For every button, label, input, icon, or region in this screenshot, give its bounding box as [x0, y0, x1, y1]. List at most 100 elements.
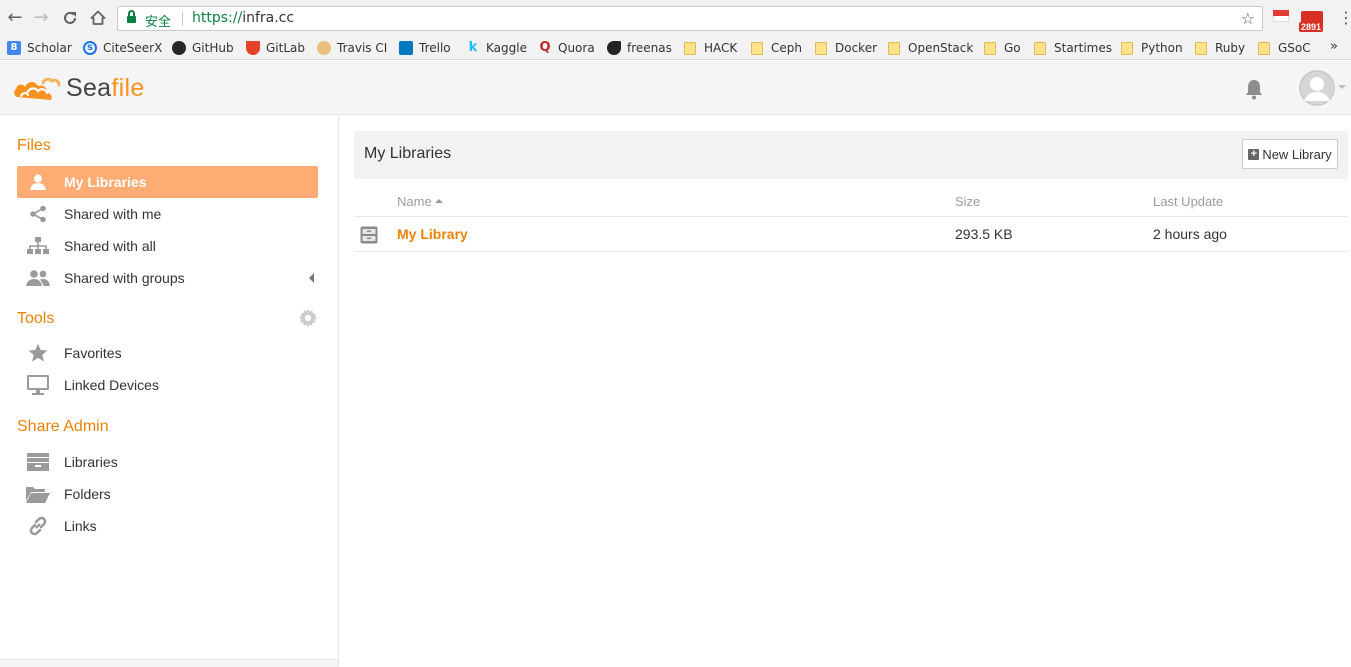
- library-name-link[interactable]: My Library: [397, 226, 468, 242]
- bookmarks-bar: 8 Scholar s CiteSeerX GitHub GitLab Travis…: [0, 36, 1351, 60]
- share-admin-section-title: Share Admin: [17, 418, 109, 435]
- bell-icon[interactable]: [1244, 78, 1264, 100]
- user-icon: [17, 166, 59, 198]
- mail-badge: 2891: [1299, 22, 1324, 32]
- secure-label: 安全: [145, 15, 172, 30]
- home-icon[interactable]: [88, 7, 108, 29]
- trello-icon: [399, 41, 413, 55]
- sidebar-item-folders[interactable]: Folders: [17, 478, 318, 510]
- seafile-logo-text: Seafile: [66, 74, 145, 102]
- bookmark-star-icon[interactable]: ☆: [1241, 9, 1255, 28]
- folder-icon: [1034, 41, 1046, 55]
- scholar-icon: 8: [7, 41, 21, 55]
- folder-icon: [888, 41, 900, 55]
- sidebar-item-favorites[interactable]: Favorites: [17, 337, 318, 369]
- sidebar-item-shared-with-all[interactable]: Shared with all: [17, 230, 318, 262]
- monitor-icon: [17, 369, 59, 401]
- bookmark-freenas[interactable]: freenas: [607, 39, 672, 57]
- page-title: My Libraries: [364, 145, 452, 162]
- sort-up-icon: [434, 198, 443, 203]
- browser-menu-icon[interactable]: ⋮: [1338, 8, 1351, 27]
- sidebar-item-label: My Libraries: [64, 174, 147, 190]
- new-library-button[interactable]: + New Library: [1242, 139, 1338, 169]
- sidebar-item-libraries[interactable]: Libraries: [17, 446, 318, 478]
- sitemap-icon: [17, 230, 59, 262]
- table-header: Name Size Last Update: [354, 181, 1348, 217]
- bookmark-hack[interactable]: HACK: [684, 39, 737, 57]
- bookmark-ceph[interactable]: Ceph: [751, 39, 802, 57]
- gear-icon[interactable]: [299, 309, 317, 327]
- gitlab-icon: [246, 41, 260, 55]
- bookmark-ruby[interactable]: Ruby: [1195, 39, 1245, 57]
- flag-extension-icon[interactable]: [1273, 10, 1289, 22]
- mail-extension-icon[interactable]: 2891: [1299, 9, 1325, 32]
- bookmark-gsoc[interactable]: GSoC: [1258, 39, 1311, 57]
- sidebar-item-shared-with-me[interactable]: Shared with me: [17, 198, 318, 230]
- column-size[interactable]: Size: [955, 194, 980, 209]
- chevron-down-icon[interactable]: [1338, 85, 1346, 89]
- sidebar-item-label: Libraries: [64, 454, 118, 470]
- browser-toolbar: ← → 安全 https://infra.cc ☆ 2891 ⋮: [0, 0, 1351, 36]
- sidebar-item-label: Shared with groups: [64, 270, 185, 286]
- link-icon: [17, 510, 59, 542]
- bookmarks-overflow-icon[interactable]: »: [1330, 39, 1338, 54]
- library-last-update: 2 hours ago: [1153, 226, 1227, 242]
- sidebar-item-label: Linked Devices: [64, 377, 159, 393]
- plus-square-icon: +: [1248, 148, 1260, 160]
- forward-icon[interactable]: →: [31, 7, 51, 29]
- bookmark-citeseerx[interactable]: s CiteSeerX: [83, 39, 162, 57]
- citeseerx-icon: s: [83, 41, 97, 55]
- bookmark-travis[interactable]: Travis CI: [317, 39, 387, 57]
- sidebar-item-linked-devices[interactable]: Linked Devices: [17, 369, 318, 401]
- travis-icon: [317, 41, 331, 55]
- share-icon: [17, 198, 59, 230]
- bookmark-kaggle[interactable]: k Kaggle: [466, 39, 527, 57]
- bookmark-go[interactable]: Go: [984, 39, 1021, 57]
- folder-icon: [1195, 41, 1207, 55]
- address-bar[interactable]: 安全 https://infra.cc ☆: [117, 6, 1263, 31]
- url-text[interactable]: https://infra.cc: [192, 10, 294, 26]
- sidebar-item-links[interactable]: Links: [17, 510, 318, 542]
- sidebar-item-label: Shared with me: [64, 206, 162, 222]
- quora-icon: Q: [539, 40, 551, 55]
- folder-icon: [751, 41, 763, 55]
- folder-icon: [984, 41, 996, 55]
- library-icon: [360, 226, 378, 244]
- library-size: 293.5 KB: [955, 226, 1013, 242]
- divider: [182, 12, 183, 26]
- folder-icon: [815, 41, 827, 55]
- bookmark-scholar[interactable]: 8 Scholar: [7, 39, 72, 57]
- reload-icon[interactable]: [60, 7, 80, 29]
- files-section-title: Files: [17, 137, 51, 154]
- bookmark-python[interactable]: Python: [1121, 39, 1183, 57]
- group-icon: [17, 262, 59, 294]
- bookmark-trello[interactable]: Trello: [399, 39, 451, 57]
- panel-header: My Libraries + New Library: [354, 131, 1348, 179]
- bookmark-github[interactable]: GitHub: [172, 39, 234, 57]
- sidebar-item-label: Links: [64, 518, 97, 534]
- back-icon[interactable]: ←: [5, 7, 25, 29]
- bookmark-docker[interactable]: Docker: [815, 39, 877, 57]
- github-icon: [172, 41, 186, 55]
- sidebar-item-shared-with-groups[interactable]: Shared with groups: [17, 262, 318, 294]
- bookmark-quora[interactable]: Q Quora: [538, 39, 594, 57]
- sidebar-item-label: Shared with all: [64, 238, 156, 254]
- bookmark-gitlab[interactable]: GitLab: [246, 39, 305, 57]
- kaggle-icon: k: [468, 40, 478, 55]
- sidebar-item-label: Favorites: [64, 345, 122, 361]
- column-last-update[interactable]: Last Update: [1153, 194, 1223, 209]
- table-row[interactable]: My Library 293.5 KB 2 hours ago: [354, 217, 1348, 252]
- tools-section-title: Tools: [17, 310, 55, 327]
- caret-left-icon[interactable]: [309, 273, 314, 283]
- user-avatar-icon[interactable]: [1299, 70, 1335, 106]
- sidebar-item-my-libraries[interactable]: My Libraries: [17, 166, 318, 198]
- freenas-icon: [607, 41, 621, 55]
- bookmark-openstack[interactable]: OpenStack: [888, 39, 973, 57]
- seafile-logo-icon[interactable]: [13, 71, 65, 103]
- bookmark-startimes[interactable]: Startimes: [1034, 39, 1112, 57]
- folder-icon: [1258, 41, 1270, 55]
- main-content: My Libraries + New Library Name Size Las…: [339, 115, 1351, 667]
- folder-open-icon: [17, 478, 59, 510]
- column-name[interactable]: Name: [397, 194, 443, 209]
- new-library-label: New Library: [1262, 146, 1332, 162]
